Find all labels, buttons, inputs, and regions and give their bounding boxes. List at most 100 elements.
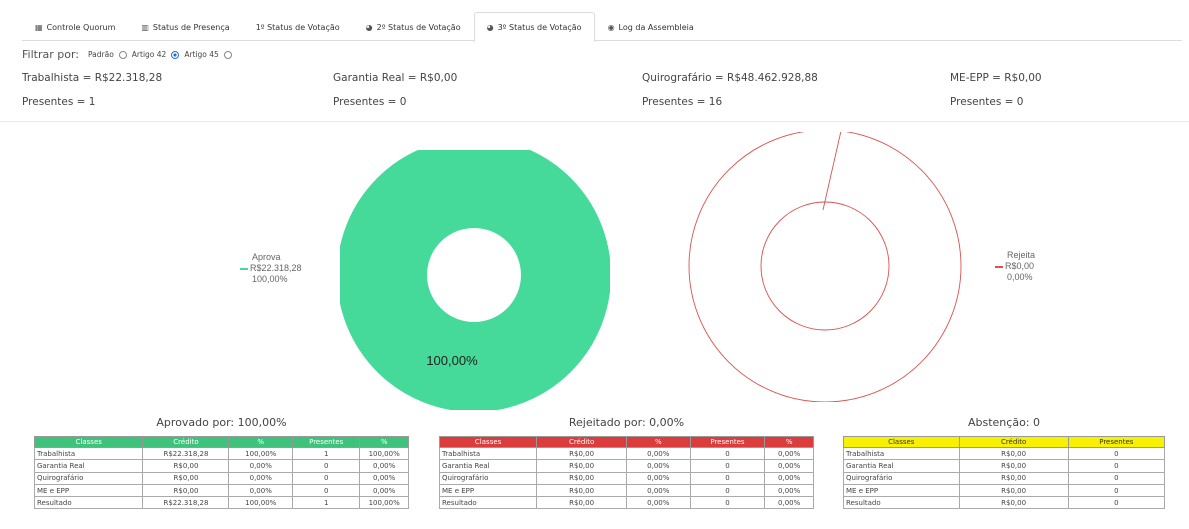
tab-label: 1º Status de Votação bbox=[255, 22, 340, 32]
abstention-title: Abstenção: 0 bbox=[967, 416, 1040, 429]
approved-title: Aprovado por: 100,00% bbox=[156, 416, 287, 429]
table-cell: R$0,00 bbox=[142, 459, 230, 473]
rejected-table-body: Trabalhista R$0,00 0,00% 0 0,00% Garantia Rea… bbox=[438, 446, 814, 510]
tab-log-assembleia[interactable]: ◉ Log da Assembleia bbox=[595, 12, 707, 41]
table-cell: 0,00% bbox=[228, 471, 294, 485]
approve-legend-name: Aprova bbox=[252, 252, 281, 262]
table-cell: 0 bbox=[689, 483, 766, 498]
table-cell: Garantia Real bbox=[843, 459, 960, 473]
table-row: Trabalhista R$0,00 0,00% 0 0,00% bbox=[438, 446, 814, 461]
table-cell: Resultado bbox=[33, 496, 144, 510]
reject-legend: Rejeita R$0,00 0,00% bbox=[995, 250, 1035, 283]
summary-me-epp-credit: ME-EPP = R$0,00 bbox=[950, 72, 1042, 84]
pie-chart-icon: ◕ bbox=[486, 23, 494, 32]
table-cell: 0,00% bbox=[359, 483, 409, 498]
tab-2-status-votacao[interactable]: ◕ 2º Status de Votação bbox=[353, 12, 474, 41]
tab-label: 2º Status de Votação bbox=[376, 22, 461, 32]
table-cell: 0 bbox=[292, 483, 361, 498]
bar-chart-icon: ▥ bbox=[141, 22, 149, 32]
table-cell: R$0,00 bbox=[536, 483, 627, 498]
divider bbox=[0, 121, 1189, 122]
table-cell: Trabalhista bbox=[33, 446, 144, 461]
eye-icon: ◉ bbox=[607, 22, 615, 32]
table-cell: Quirografário bbox=[438, 471, 538, 485]
filter-option-label: Artigo 42 bbox=[131, 50, 167, 59]
column-header: % bbox=[625, 436, 691, 448]
table-icon: ▦ bbox=[35, 22, 43, 32]
column-header: Classes bbox=[843, 436, 960, 448]
filter-radio-artigo-45[interactable] bbox=[223, 50, 232, 59]
pie-chart-icon: ◕ bbox=[365, 22, 373, 32]
tab-3-status-votacao[interactable]: ◕ 3º Status de Votação bbox=[473, 12, 595, 42]
summary-me-epp-present: Presentes = 0 bbox=[950, 96, 1024, 108]
table-cell: 0 bbox=[292, 471, 361, 485]
table-cell: 0,00% bbox=[764, 496, 814, 510]
table-cell: R$0,00 bbox=[958, 483, 1069, 498]
tab-1-status-votacao[interactable]: 1º Status de Votação bbox=[243, 12, 353, 41]
table-row: Resultado R$0,00 0,00% 0 0,00% bbox=[438, 496, 814, 510]
column-header: Crédito bbox=[958, 436, 1069, 448]
table-row: ME e EPP R$0,00 0,00% 0 0,00% bbox=[33, 483, 409, 498]
approve-legend-value: R$22.318,28 bbox=[250, 263, 302, 273]
approve-legend-percent: 100,00% bbox=[252, 274, 288, 284]
table-row: Garantia Real R$0,00 0,00% 0 0,00% bbox=[438, 459, 814, 473]
table-cell: Resultado bbox=[438, 496, 538, 510]
table-row: Trabalhista R$22.318,28 100,00% 1 100,00% bbox=[33, 446, 409, 461]
table-cell: ME e EPP bbox=[843, 483, 960, 498]
summary-quirografario-present: Presentes = 16 bbox=[642, 96, 723, 108]
table-cell: R$0,00 bbox=[958, 471, 1069, 485]
table-cell: ME e EPP bbox=[438, 483, 538, 498]
column-header: Presentes bbox=[292, 436, 361, 448]
reject-legend-value: R$0,00 bbox=[1005, 261, 1035, 271]
rejected-table: Classes Crédito % Presentes % Trabalhist… bbox=[438, 436, 814, 510]
table-cell: 0,00% bbox=[625, 471, 691, 485]
filter-option-label: Padrão bbox=[87, 50, 114, 59]
filter-radio-padrao[interactable] bbox=[118, 50, 127, 59]
table-cell: R$0,00 bbox=[958, 459, 1069, 473]
approve-legend: Aprova R$22.318,28 100,00% bbox=[240, 252, 302, 285]
table-row: Quirografário R$0,00 0,00% 0 0,00% bbox=[438, 471, 814, 485]
table-header-row: Classes Crédito Presentes bbox=[843, 436, 1166, 448]
table-cell: R$0,00 bbox=[142, 471, 230, 485]
table-header-row: Classes Crédito % Presentes % bbox=[33, 436, 409, 448]
table-cell: R$0,00 bbox=[536, 471, 627, 485]
table-cell: 0,00% bbox=[359, 459, 409, 473]
table-header-row: Classes Crédito % Presentes % bbox=[438, 436, 814, 448]
summary-trabalhista-present: Presentes = 1 bbox=[22, 96, 96, 108]
table-cell: Quirografário bbox=[843, 471, 960, 485]
table-cell: 0 bbox=[689, 471, 766, 485]
table-cell: 0,00% bbox=[625, 483, 691, 498]
table-cell: 0 bbox=[1067, 471, 1166, 485]
filter-radio-artigo-42[interactable] bbox=[171, 50, 180, 59]
column-header: Crédito bbox=[536, 436, 627, 448]
table-cell: 0 bbox=[1067, 459, 1166, 473]
table-cell: 100,00% bbox=[228, 446, 294, 461]
table-cell: Trabalhista bbox=[843, 446, 960, 461]
approved-table-body: Trabalhista R$22.318,28 100,00% 1 100,00% Gar… bbox=[33, 446, 409, 510]
filter-label: Filtrar por: bbox=[22, 48, 79, 61]
table-row: ME e EPP R$0,00 0,00% 0 0,00% bbox=[438, 483, 814, 498]
tab-label: Log da Assembleia bbox=[618, 22, 694, 32]
table-cell: 100,00% bbox=[228, 496, 294, 510]
table-cell: Garantia Real bbox=[33, 459, 144, 473]
reject-legend-name: Rejeita bbox=[1007, 250, 1036, 260]
tab-label: Controle Quorum bbox=[46, 22, 116, 32]
abstention-table-body: Trabalhista R$0,00 0 Garantia Real R$0,00 0 Qu… bbox=[843, 446, 1166, 510]
table-cell: 0,00% bbox=[764, 471, 814, 485]
reject-inner-ring bbox=[760, 201, 890, 331]
table-cell: 0,00% bbox=[625, 459, 691, 473]
approve-legend-swatch bbox=[240, 267, 248, 270]
column-header: % bbox=[359, 436, 409, 448]
summary-trabalhista-credit: Trabalhista = R$22.318,28 bbox=[22, 72, 163, 84]
abstention-table: Classes Crédito Presentes Trabalhista R$0… bbox=[843, 436, 1166, 510]
tab-status-presenca[interactable]: ▥ Status de Presença bbox=[128, 12, 242, 41]
table-cell: R$0,00 bbox=[536, 446, 627, 461]
table-cell: 0,00% bbox=[764, 483, 814, 498]
table-cell: 0,00% bbox=[228, 483, 294, 498]
tab-label: Status de Presença bbox=[152, 22, 230, 32]
table-cell: 1 bbox=[292, 496, 361, 510]
table-cell: 0 bbox=[1067, 483, 1166, 498]
table-cell: 0,00% bbox=[228, 459, 294, 473]
summary-garantia-credit: Garantia Real = R$0,00 bbox=[333, 72, 458, 84]
tab-controle-quorum[interactable]: ▦ Controle Quorum bbox=[22, 12, 128, 41]
